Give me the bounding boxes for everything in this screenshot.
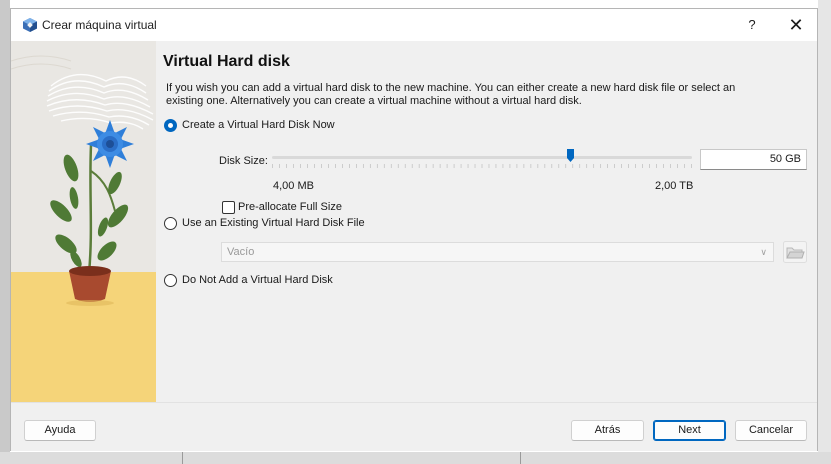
existing-disk-combobox[interactable]: Vacío ∨ xyxy=(221,242,774,262)
disk-size-input[interactable]: 50 GB xyxy=(700,149,807,170)
back-button[interactable]: Atrás xyxy=(571,420,644,441)
title-bar[interactable]: Crear máquina virtual ? ✕ xyxy=(11,9,817,41)
chevron-down-icon: ∨ xyxy=(760,247,767,257)
page-title: Virtual Hard disk xyxy=(163,53,290,70)
background-right-edge xyxy=(818,0,831,464)
disk-size-label: Disk Size: xyxy=(219,155,268,167)
button-bar: Ayuda Atrás Next Cancelar xyxy=(11,402,817,451)
disk-size-slider-handle[interactable] xyxy=(566,148,575,163)
background-left-edge xyxy=(0,0,10,464)
preallocate-label[interactable]: Pre-allocate Full Size xyxy=(238,201,342,213)
next-button[interactable]: Next xyxy=(653,420,726,441)
virtualbox-icon xyxy=(23,18,37,32)
wizard-dialog: Crear máquina virtual ? ✕ Virtual Hard d… xyxy=(10,8,818,451)
no-disk-radio[interactable] xyxy=(164,274,177,287)
disk-size-slider-ticks xyxy=(272,164,692,168)
existing-disk-combobox-value: Vacío xyxy=(227,246,255,258)
background-bottom-edge xyxy=(0,452,831,464)
disk-size-max-label: 2,00 TB xyxy=(655,180,694,192)
preallocate-checkbox[interactable] xyxy=(222,201,235,214)
background-divider xyxy=(182,452,183,464)
no-disk-label[interactable]: Do Not Add a Virtual Hard Disk xyxy=(182,274,333,286)
help-button[interactable]: ? xyxy=(739,14,765,36)
wizard-illustration xyxy=(11,41,156,402)
disk-size-min-label: 4,00 MB xyxy=(273,180,314,192)
create-disk-radio[interactable] xyxy=(164,119,177,132)
use-existing-disk-label[interactable]: Use an Existing Virtual Hard Disk File xyxy=(182,217,365,229)
cancel-button[interactable]: Cancelar xyxy=(735,420,807,441)
help-dialog-button[interactable]: Ayuda xyxy=(24,420,96,441)
create-disk-label[interactable]: Create a Virtual Hard Disk Now xyxy=(182,119,335,131)
page-description: If you wish you can add a virtual hard d… xyxy=(166,82,736,107)
disk-size-slider-track[interactable] xyxy=(272,156,692,159)
close-button[interactable]: ✕ xyxy=(781,13,811,37)
use-existing-disk-radio[interactable] xyxy=(164,217,177,230)
folder-icon[interactable] xyxy=(783,241,807,263)
background-divider xyxy=(520,452,521,464)
window-title: Crear máquina virtual xyxy=(42,18,157,32)
